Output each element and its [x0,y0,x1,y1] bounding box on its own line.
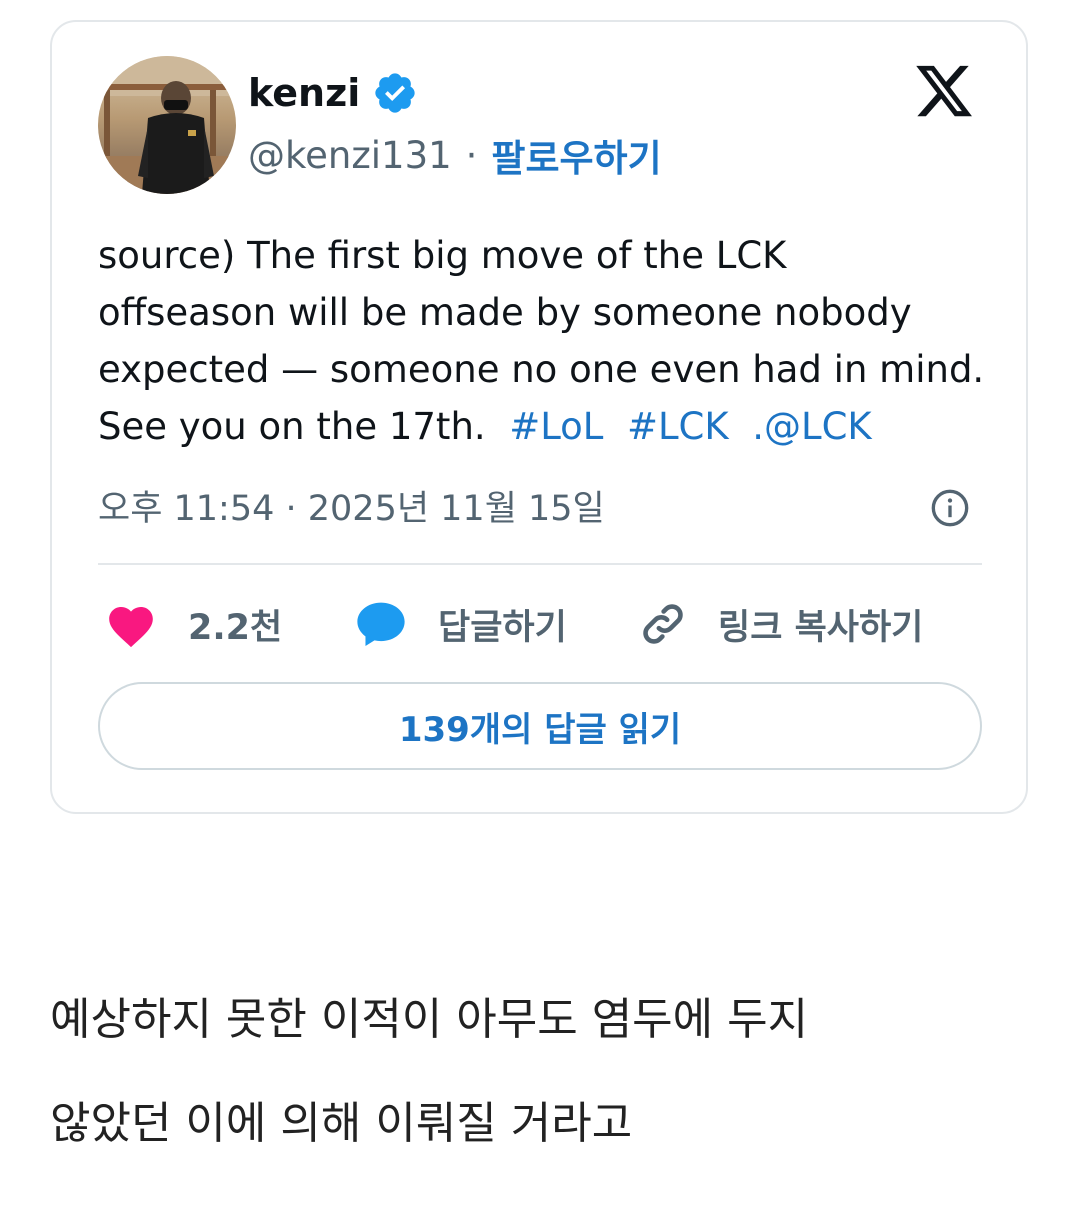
mention-lck[interactable]: .@LCK [752,405,871,448]
divider [98,563,982,565]
handle[interactable]: @kenzi131 [248,134,452,177]
x-logo-icon[interactable] [912,60,976,122]
info-icon[interactable] [930,488,970,528]
hashtag-lol[interactable]: #LoL [509,405,603,448]
action-bar: 2.2천 답글하기 링크 복사하기 [98,594,988,654]
body-line: 예상하지 못한 이적이 아무도 염두에 두지 [50,994,809,1045]
read-replies-button[interactable]: 139개의 답글 읽기 [98,682,982,770]
body-line: 않았던 이에 의해 이뤄질 거라고 [50,1098,633,1149]
like-count: 2.2천 [188,607,283,648]
tweet-text-line: expected — someone no one even had in mi… [98,348,985,391]
display-name-row[interactable]: kenzi [248,70,418,116]
separator-dot: · [465,133,478,177]
follow-button[interactable]: 팔로우하기 [491,128,661,182]
body-text: 예상하지 못한 이적이 아무도 염두에 두지 않았던 이에 의해 이뤄질 거라고 [50,968,808,1176]
tweet-text: source) The first big move of the LCK of… [98,227,998,455]
tweet-card: kenzi @kenzi131 · 팔로우하기 source) The firs… [50,20,1028,814]
tweet-text-last-line: See you on the 17th. #LoL #LCK .@LCK [98,398,998,455]
reply-label: 답글하기 [438,607,567,648]
verified-badge-icon [375,73,415,113]
avatar[interactable] [98,56,236,194]
copy-link-button[interactable]: 링크 복사하기 [638,594,923,654]
heart-icon [109,606,153,648]
speech-bubble-icon [357,602,405,647]
tweet-text-line: offseason will be made by someone nobody [98,291,912,334]
reply-button[interactable]: 답글하기 [354,594,567,654]
copy-link-label: 링크 복사하기 [718,607,924,648]
timestamp[interactable]: 오후 11:54 · 2025년 11월 15일 [98,480,605,531]
hashtag-lck[interactable]: #LCK [627,405,729,448]
avatar-photo [98,56,236,194]
handle-row: @kenzi131 · 팔로우하기 [248,128,662,182]
like-button[interactable]: 2.2천 [104,594,282,654]
tweet-text-line: See you on the 17th. [98,405,486,448]
tweet-text-line: source) The first big move of the LCK [98,234,787,277]
link-icon [643,604,683,644]
display-name[interactable]: kenzi [248,71,360,115]
